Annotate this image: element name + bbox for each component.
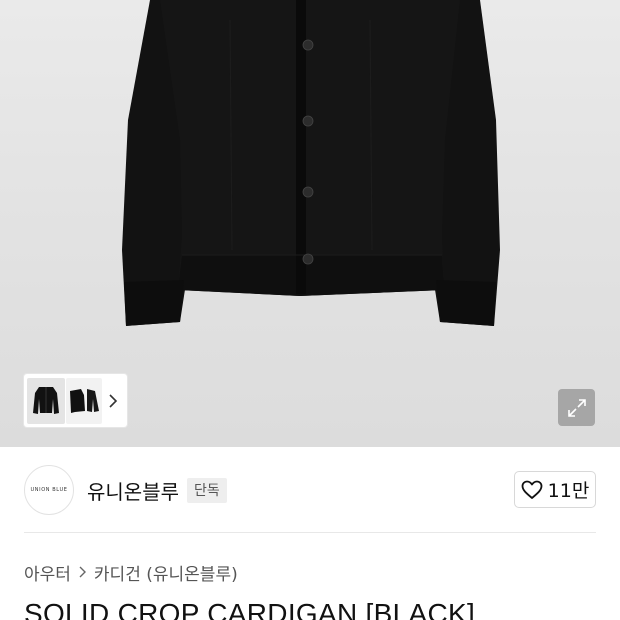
expand-image-button[interactable]	[558, 389, 595, 426]
chevron-right-icon	[78, 565, 87, 579]
brand-row: UNION BLUE 유니온블루 단독 11만	[24, 464, 596, 516]
product-image[interactable]	[0, 0, 620, 447]
heart-icon	[521, 480, 543, 499]
thumbnail-cardigan-pair-icon	[70, 388, 99, 413]
chevron-right-icon[interactable]	[108, 393, 118, 408]
like-button[interactable]: 11만	[514, 471, 596, 508]
thumbnail-strip[interactable]	[24, 374, 127, 427]
divider	[24, 532, 596, 533]
exclusive-badge: 단독	[187, 477, 227, 503]
thumbnail-front[interactable]	[27, 377, 65, 424]
like-count: 11만	[547, 480, 590, 502]
thumbnail-cardigan-icon	[33, 386, 59, 414]
breadcrumb: 아우터 카디건 (유니온블루)	[24, 560, 238, 585]
brand-name[interactable]: 유니온블루	[87, 476, 179, 505]
breadcrumb-item-cardigan[interactable]: 카디건 (유니온블루)	[94, 560, 238, 585]
brand-logo[interactable]: UNION BLUE	[24, 465, 74, 515]
expand-icon	[567, 398, 586, 417]
brand-logo-text: UNION BLUE	[30, 487, 68, 493]
breadcrumb-item-outer[interactable]: 아우터	[24, 560, 71, 585]
thumbnail-angle[interactable]	[66, 377, 102, 424]
product-title: SOLID CROP CARDIGAN [BLACK]	[24, 598, 476, 620]
